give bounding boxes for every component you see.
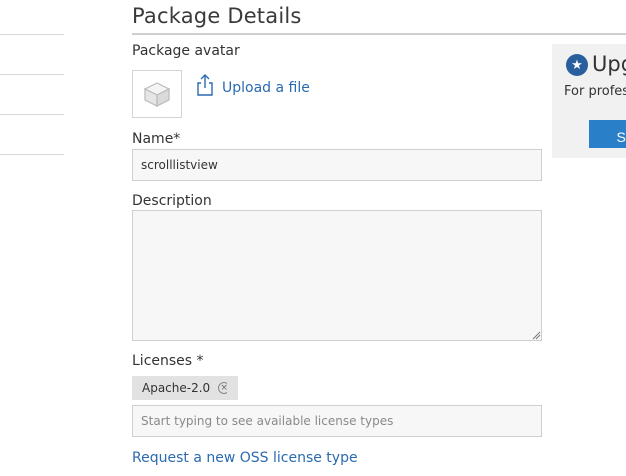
description-label: Description: [132, 193, 212, 209]
license-search-input[interactable]: [132, 405, 542, 437]
star-icon: ★: [566, 54, 588, 76]
license-tag: Apache-2.0 ×: [132, 376, 239, 400]
upgrade-title: Upg: [592, 52, 626, 76]
nav-divider: [0, 154, 64, 155]
resize-grip-icon[interactable]: [531, 330, 541, 340]
name-input[interactable]: [132, 149, 542, 181]
name-label: Name*: [132, 131, 181, 147]
avatar-label: Package avatar: [132, 43, 240, 59]
page-title: Package Details: [132, 4, 302, 28]
nav-divider: [0, 114, 64, 115]
upgrade-panel: ★ Upg For profes Sta: [552, 44, 626, 158]
upload-file-link[interactable]: Upload a file: [222, 80, 310, 96]
license-tag-label: Apache-2.0: [142, 381, 211, 395]
nav-divider: [0, 34, 64, 35]
upgrade-start-button[interactable]: Sta: [589, 120, 626, 148]
upload-icon[interactable]: [195, 73, 215, 97]
package-box-icon: [143, 82, 171, 107]
description-textarea[interactable]: [132, 210, 542, 341]
request-license-link[interactable]: Request a new OSS license type: [132, 450, 358, 466]
avatar-preview[interactable]: [132, 70, 182, 118]
title-divider: [132, 33, 626, 35]
upgrade-subtitle: For profes: [564, 84, 626, 99]
license-tag-arrow: [227, 376, 237, 400]
nav-divider: [0, 74, 64, 75]
licenses-label: Licenses *: [132, 353, 204, 369]
